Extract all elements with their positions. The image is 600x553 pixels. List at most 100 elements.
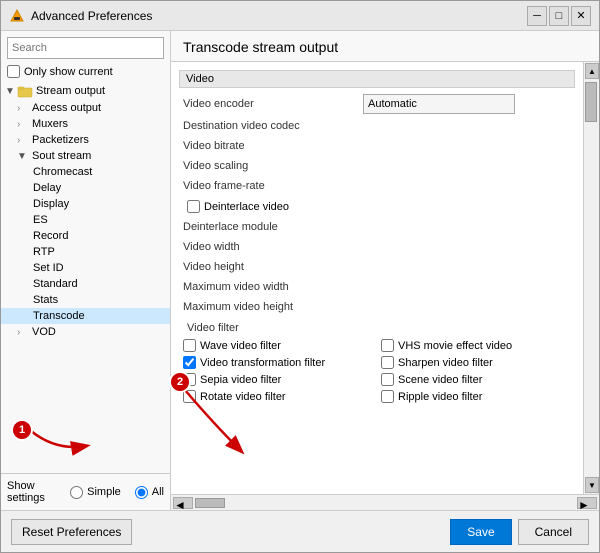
right-header: Transcode stream output <box>171 31 599 62</box>
sidebar-item-rtp[interactable]: RTP <box>1 244 170 260</box>
transcode-label: Transcode <box>33 310 85 322</box>
rotate-filter-row: Rotate video filter <box>179 388 377 405</box>
arrow-icon: › <box>17 327 29 338</box>
video-bitrate-label: Video bitrate <box>183 140 363 152</box>
bottom-left: Reset Preferences <box>11 519 132 545</box>
sharpen-filter-checkbox[interactable] <box>381 356 394 369</box>
ripple-filter-checkbox[interactable] <box>381 390 394 403</box>
dest-codec-row: Destination video codec <box>179 116 575 136</box>
packetizers-label: Packetizers <box>32 134 89 146</box>
sidebar-item-stream-output[interactable]: ▼ Stream output <box>1 82 170 100</box>
deinterlace-module-label: Deinterlace module <box>183 221 363 233</box>
only-show-current-checkbox[interactable] <box>7 65 20 78</box>
sharpen-filter-row: Sharpen video filter <box>377 354 575 371</box>
scene-filter-label: Scene video filter <box>398 374 482 386</box>
all-radio-group: All <box>135 486 164 499</box>
rtp-label: RTP <box>33 246 55 258</box>
maximize-button[interactable]: □ <box>549 6 569 26</box>
max-video-width-label: Maximum video width <box>183 281 363 293</box>
stats-label: Stats <box>33 294 58 306</box>
sidebar-item-sout-stream[interactable]: ▼ Sout stream <box>1 148 170 164</box>
filter-col-right: VHS movie effect video Sharpen video fil… <box>377 337 575 405</box>
es-label: ES <box>33 214 48 226</box>
sidebar-item-standard[interactable]: Standard <box>1 276 170 292</box>
scroll-down-button[interactable]: ▼ <box>585 477 599 493</box>
sepia-filter-row: Sepia video filter <box>179 371 377 388</box>
arrow-icon: ▼ <box>5 86 17 97</box>
content-scroll[interactable]: Video Video encoder Destination video co… <box>171 62 583 494</box>
cancel-button[interactable]: Cancel <box>518 519 589 545</box>
horiz-scroll-thumb[interactable] <box>195 498 225 508</box>
sidebar-item-packetizers[interactable]: › Packetizers <box>1 132 170 148</box>
dest-codec-label: Destination video codec <box>183 120 363 132</box>
wave-filter-row: Wave video filter <box>179 337 377 354</box>
sidebar-item-es[interactable]: ES <box>1 212 170 228</box>
reset-preferences-button[interactable]: Reset Preferences <box>11 519 132 545</box>
wave-filter-checkbox[interactable] <box>183 339 196 352</box>
filter-grid: Wave video filter Video transformation f… <box>179 337 575 405</box>
max-video-width-row: Maximum video width <box>179 277 575 297</box>
deinterlace-video-checkbox[interactable] <box>187 200 200 213</box>
video-height-label: Video height <box>183 261 363 273</box>
right-panel: Transcode stream output Video Video enco… <box>171 31 599 510</box>
filter-col-left: Wave video filter Video transformation f… <box>179 337 377 405</box>
video-width-row: Video width <box>179 237 575 257</box>
vertical-scrollbar[interactable]: ▲ ▼ <box>583 62 599 494</box>
simple-radio[interactable] <box>70 486 83 499</box>
only-show-current-label: Only show current <box>24 66 113 78</box>
deinterlace-video-label: Deinterlace video <box>204 201 289 213</box>
bottom-right: Save Cancel <box>450 519 589 545</box>
close-button[interactable]: ✕ <box>571 6 591 26</box>
display-label: Display <box>33 198 69 210</box>
video-framerate-row: Video frame-rate <box>179 176 575 196</box>
sidebar-item-display[interactable]: Display <box>1 196 170 212</box>
scene-filter-row: Scene video filter <box>377 371 575 388</box>
sidebar-item-delay[interactable]: Delay <box>1 180 170 196</box>
minimize-button[interactable]: ─ <box>527 6 547 26</box>
vhs-filter-checkbox[interactable] <box>381 339 394 352</box>
bottom-bar: Reset Preferences Save Cancel <box>1 510 599 552</box>
video-scaling-label: Video scaling <box>183 160 363 172</box>
arrow-icon: › <box>17 103 29 114</box>
sharpen-filter-label: Sharpen video filter <box>398 357 493 369</box>
search-input[interactable] <box>7 37 164 59</box>
standard-label: Standard <box>33 278 78 290</box>
sepia-filter-label: Sepia video filter <box>200 374 281 386</box>
scene-filter-checkbox[interactable] <box>381 373 394 386</box>
sidebar-item-stats[interactable]: Stats <box>1 292 170 308</box>
sidebar-item-muxers[interactable]: › Muxers <box>1 116 170 132</box>
horizontal-scrollbar[interactable]: ◄ ► <box>171 494 599 510</box>
delay-label: Delay <box>33 182 61 194</box>
video-width-label: Video width <box>183 241 363 253</box>
access-output-label: Access output <box>32 102 101 114</box>
sidebar-item-record[interactable]: Record <box>1 228 170 244</box>
transform-filter-checkbox[interactable] <box>183 356 196 369</box>
transform-filter-label: Video transformation filter <box>200 357 325 369</box>
sidebar-item-vod[interactable]: › VOD <box>1 324 170 340</box>
record-label: Record <box>33 230 68 242</box>
rotate-filter-checkbox[interactable] <box>183 390 196 403</box>
save-button[interactable]: Save <box>450 519 511 545</box>
horiz-scroll-left[interactable]: ◄ <box>173 497 193 509</box>
horiz-scroll-right[interactable]: ► <box>577 497 597 509</box>
set-id-label: Set ID <box>33 262 64 274</box>
folder-icon <box>17 84 33 98</box>
simple-label: Simple <box>87 486 121 498</box>
arrow-icon: › <box>17 119 29 130</box>
vlc-icon <box>9 8 25 24</box>
scroll-thumb[interactable] <box>585 82 597 122</box>
all-radio[interactable] <box>135 486 148 499</box>
video-encoder-input[interactable] <box>363 94 515 114</box>
scroll-up-button[interactable]: ▲ <box>585 63 599 79</box>
only-show-current-row: Only show current <box>7 65 164 78</box>
sidebar-item-set-id[interactable]: Set ID <box>1 260 170 276</box>
sepia-filter-checkbox[interactable] <box>183 373 196 386</box>
sidebar-item-chromecast[interactable]: Chromecast <box>1 164 170 180</box>
max-video-height-label: Maximum video height <box>183 301 363 313</box>
ripple-filter-row: Ripple video filter <box>377 388 575 405</box>
sout-stream-label: Sout stream <box>32 150 91 162</box>
sidebar-item-access-output[interactable]: › Access output <box>1 100 170 116</box>
window-controls: ─ □ ✕ <box>527 6 591 26</box>
sidebar-item-transcode[interactable]: Transcode <box>1 308 170 324</box>
vhs-filter-row: VHS movie effect video <box>377 337 575 354</box>
